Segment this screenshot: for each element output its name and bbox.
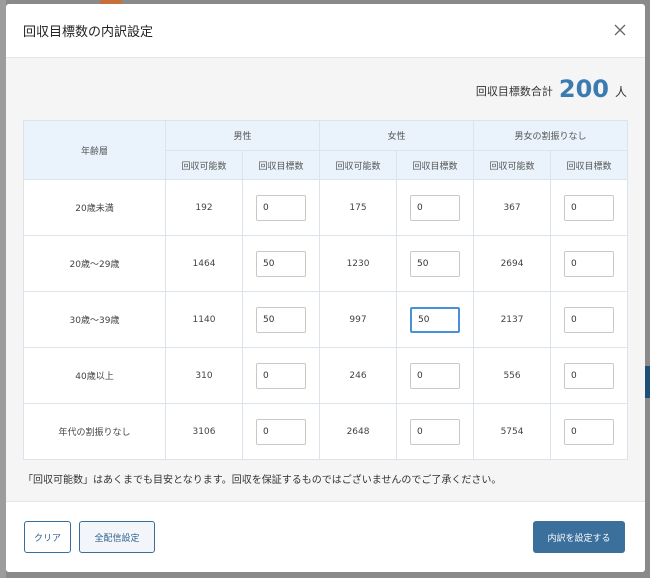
male-target-input[interactable]: [256, 194, 306, 221]
male-target-input[interactable]: [256, 362, 306, 389]
female-possible: 175: [319, 179, 398, 236]
breakdown-table: 年齢層 男性 女性 男女の割振りなし 回収可能数 回収目標数 回収可能数 回収目…: [23, 120, 629, 460]
subheader-target: 回収目標数: [396, 150, 475, 180]
male-target-cell: [241, 179, 321, 236]
table-row: 40歳以上 310 246 556: [23, 347, 629, 404]
female-target-cell: [396, 403, 475, 460]
female-target-input[interactable]: [410, 418, 461, 445]
female-possible: 997: [319, 291, 398, 348]
clear-button[interactable]: クリア: [24, 521, 71, 553]
age-header: 年齢層: [23, 120, 166, 180]
total-unit: 人: [614, 84, 627, 99]
male-possible: 1140: [165, 291, 243, 348]
breakdown-modal: 回収目標数の内訳設定 回収目標数合計 200 人 年齢層 男性 女性 男女の割振…: [6, 4, 645, 572]
none-target-input[interactable]: [564, 306, 615, 333]
total-summary: 回収目標数合計 200 人: [23, 58, 627, 120]
age-label: 30歳～39歳: [23, 291, 166, 348]
female-target-input[interactable]: [410, 194, 461, 221]
female-target-input-focused[interactable]: [410, 306, 461, 333]
male-possible: 3106: [165, 403, 243, 460]
subheader-possible: 回収可能数: [165, 150, 243, 180]
male-target-cell: [241, 347, 321, 404]
table-row: 年代の割振りなし 3106 2648 5754: [23, 403, 629, 460]
female-possible: 246: [319, 347, 398, 404]
none-possible: 367: [473, 179, 552, 236]
total-value: 200: [558, 75, 609, 103]
group-header-male: 男性: [164, 120, 321, 151]
male-possible: 1464: [165, 235, 243, 292]
male-target-cell: [241, 403, 321, 460]
modal-body: 回収目標数合計 200 人 年齢層 男性 女性 男女の割振りなし 回収可能数 回…: [6, 58, 645, 501]
none-possible: 2137: [473, 291, 552, 348]
modal-header: 回収目標数の内訳設定: [6, 4, 645, 58]
age-label: 20歳～29歳: [23, 235, 166, 292]
disclaimer-note: 「回収可能数」はあくまでも目安となります。回収を保証するものではございませんので…: [23, 475, 502, 486]
subheader-target: 回収目標数: [241, 150, 321, 180]
none-target-cell: [550, 347, 629, 404]
group-header-none: 男女の割振りなし: [473, 120, 629, 151]
male-target-input[interactable]: [256, 250, 306, 277]
male-target-cell: [241, 235, 321, 292]
male-target-cell: [241, 291, 321, 348]
female-possible: 2648: [319, 403, 398, 460]
table-row: 30歳～39歳 1140 997 2137: [23, 291, 629, 348]
male-possible: 192: [165, 179, 243, 236]
none-target-input[interactable]: [564, 362, 615, 389]
female-target-cell: [396, 291, 475, 348]
subheader-possible: 回収可能数: [319, 150, 398, 180]
table-row: 20歳～29歳 1464 1230 2694: [23, 235, 629, 292]
female-target-input[interactable]: [410, 250, 461, 277]
male-target-input[interactable]: [256, 418, 306, 445]
group-header-female: 女性: [319, 120, 475, 151]
age-label: 40歳以上: [23, 347, 166, 404]
none-target-cell: [550, 403, 629, 460]
modal-title: 回収目標数の内訳設定: [23, 25, 154, 40]
modal-footer: クリア 全配信設定 内訳を設定する: [6, 501, 645, 572]
total-label: 回収目標数合計: [475, 85, 553, 98]
male-possible: 310: [165, 347, 243, 404]
all-distribution-button[interactable]: 全配信設定: [79, 521, 155, 553]
female-target-cell: [396, 347, 475, 404]
close-icon[interactable]: [613, 23, 627, 37]
none-possible: 2694: [473, 235, 552, 292]
none-target-input[interactable]: [564, 194, 615, 221]
none-target-cell: [550, 291, 629, 348]
female-target-cell: [396, 235, 475, 292]
set-breakdown-button[interactable]: 内訳を設定する: [533, 521, 625, 553]
female-target-input[interactable]: [410, 362, 461, 389]
female-target-cell: [396, 179, 475, 236]
table-row: 20歳未満 192 175 367: [23, 179, 629, 236]
female-possible: 1230: [319, 235, 398, 292]
none-target-input[interactable]: [564, 418, 615, 445]
male-target-input[interactable]: [256, 306, 306, 333]
none-target-cell: [550, 179, 629, 236]
none-possible: 556: [473, 347, 552, 404]
subheader-possible: 回収可能数: [473, 150, 552, 180]
none-target-input[interactable]: [564, 250, 615, 277]
none-target-cell: [550, 235, 629, 292]
age-label: 年代の割振りなし: [23, 403, 166, 460]
none-possible: 5754: [473, 403, 552, 460]
subheader-target: 回収目標数: [550, 150, 629, 180]
age-label: 20歳未満: [23, 179, 166, 236]
